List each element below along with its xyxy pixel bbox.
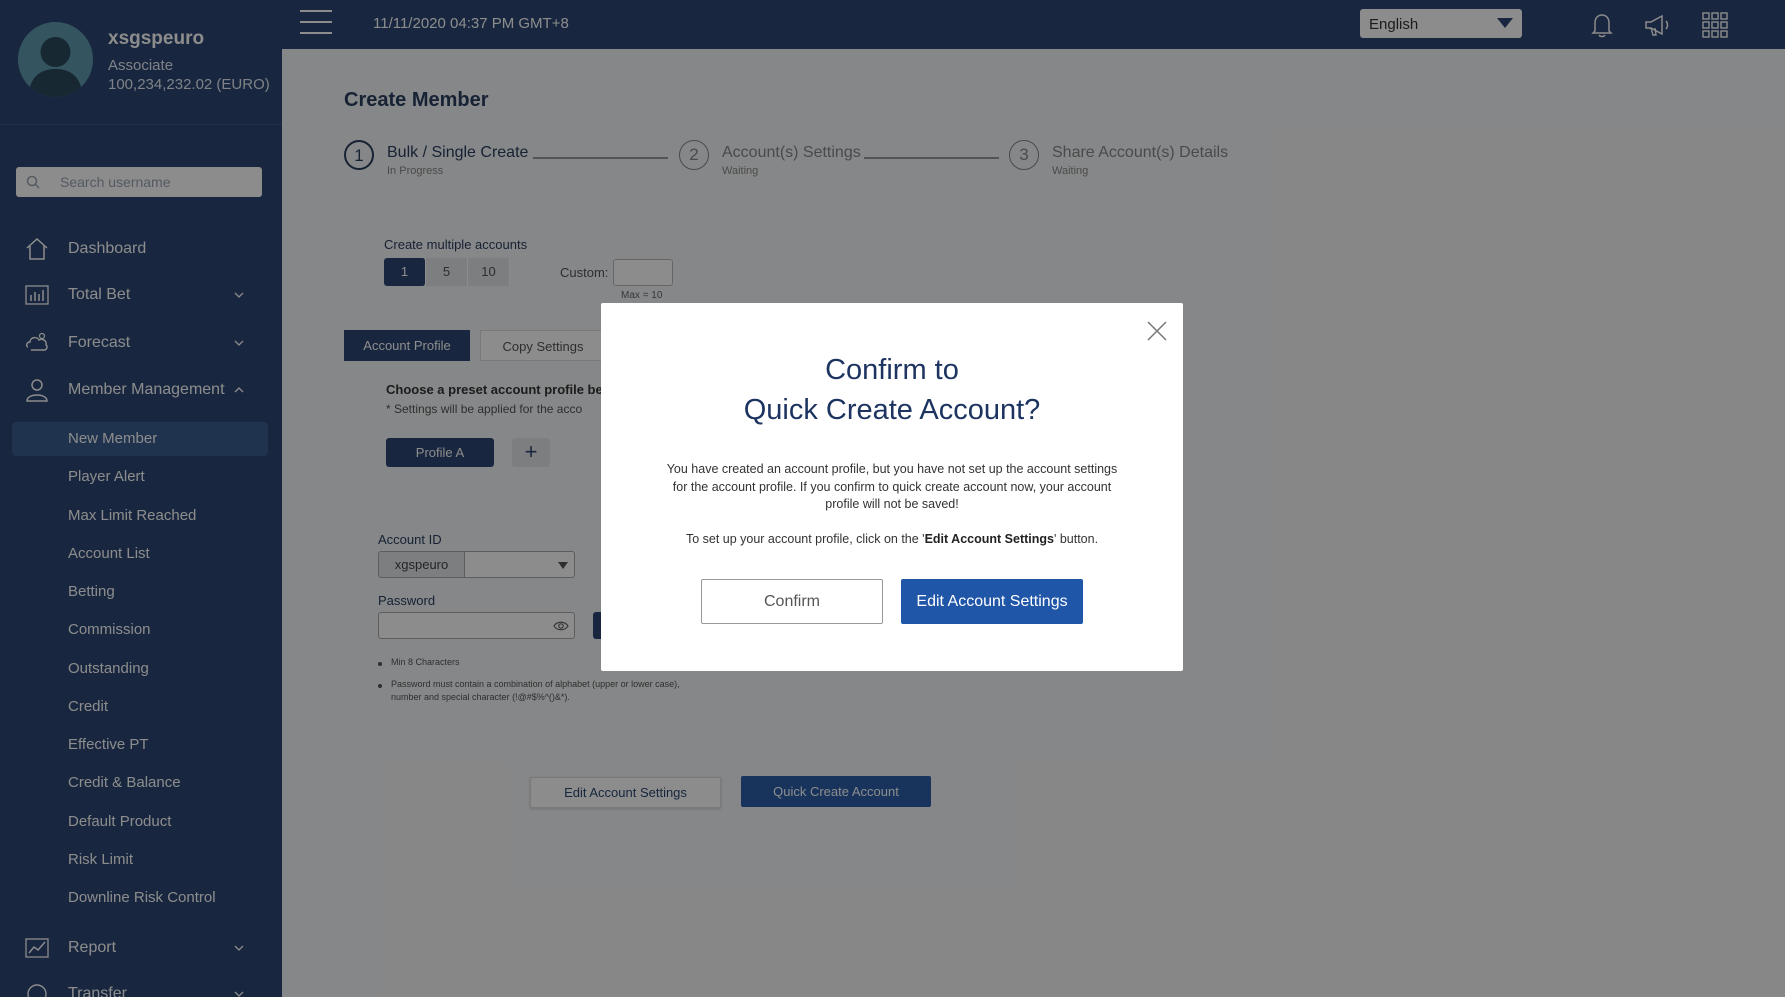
modal-title-line1: Confirm to (825, 354, 959, 386)
instruction-pre: To set up your account profile, click on… (685, 532, 925, 546)
close-icon[interactable] (1146, 320, 1168, 342)
modal-instruction: To set up your account profile, click on… (665, 531, 1119, 549)
confirm-modal: Confirm to Quick Create Account? You hav… (601, 303, 1183, 671)
modal-title-line2: Quick Create Account? (743, 394, 1041, 426)
modal-confirm-button[interactable]: Confirm (701, 579, 883, 624)
instruction-bold: Edit Account Settings (924, 532, 1054, 546)
instruction-post: ' button. (1053, 532, 1099, 546)
modal-message: You have created an account profile, but… (666, 462, 1118, 511)
modal-edit-settings-button[interactable]: Edit Account Settings (901, 579, 1083, 624)
